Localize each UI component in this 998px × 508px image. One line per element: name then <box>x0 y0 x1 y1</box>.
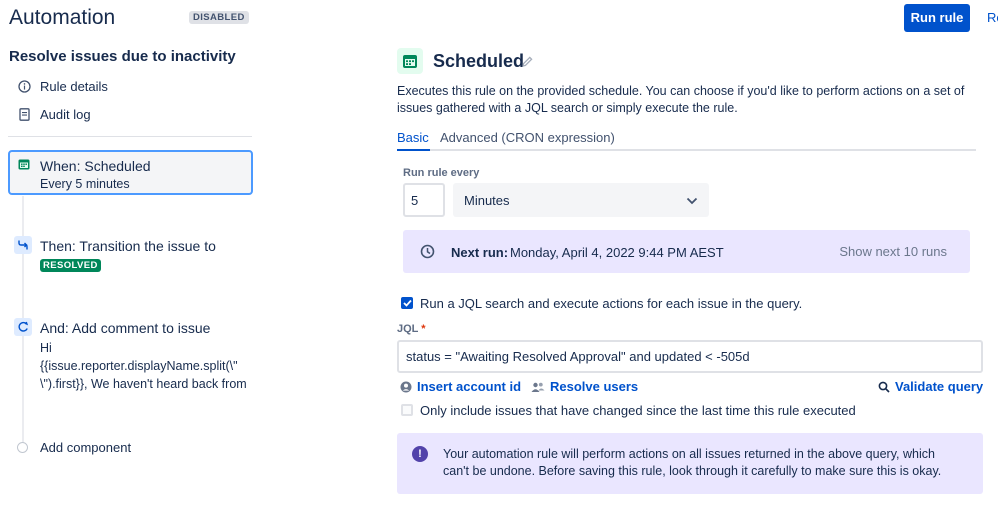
component-title: Then: Transition the issue to <box>40 238 216 254</box>
show-next-runs-button[interactable]: Show next 10 runs <box>839 244 947 259</box>
jql-input[interactable] <box>397 340 983 373</box>
add-component-dot <box>17 442 28 453</box>
rule-name: Resolve issues due to inactivity <box>9 48 236 65</box>
users-icon <box>531 381 545 393</box>
resolve-users-button[interactable]: Resolve users <box>531 379 638 394</box>
comment-preview-line: Hi <box>40 341 52 355</box>
add-component-button[interactable]: Add component <box>40 440 131 455</box>
component-transition-issue[interactable]: Then: Transition the issue to RESOLVED <box>8 234 253 276</box>
resolve-users-label: Resolve users <box>550 379 639 394</box>
component-subtitle: Every 5 minutes <box>40 177 130 191</box>
component-when-scheduled[interactable]: When: Scheduled Every 5 minutes <box>8 150 253 195</box>
info-icon <box>17 79 31 93</box>
changed-only-checkbox-label: Only include issues that have changed si… <box>420 403 856 418</box>
warning-text: Your automation rule will perform action… <box>443 447 942 478</box>
tab-basic[interactable]: Basic <box>397 130 429 145</box>
tabs-divider <box>397 149 976 151</box>
jql-checkbox[interactable] <box>401 297 413 309</box>
component-title: When: Scheduled <box>40 158 151 174</box>
clock-icon <box>420 244 435 262</box>
document-icon <box>17 107 31 121</box>
sidebar-item-label: Audit log <box>40 106 91 122</box>
jql-checkbox-label: Run a JQL search and execute actions for… <box>420 296 803 311</box>
insert-account-id-button[interactable]: Insert account id <box>400 379 521 394</box>
calendar-icon <box>397 48 423 74</box>
edit-pencil-icon[interactable] <box>521 55 534 71</box>
validate-query-button[interactable]: Validate query <box>878 379 983 394</box>
interval-unit-select[interactable]: Minutes <box>453 183 709 217</box>
next-run-label: Next run: <box>451 245 509 260</box>
active-tab-indicator <box>397 149 430 151</box>
chevron-down-icon <box>686 193 698 208</box>
run-rule-button[interactable]: Run rule <box>904 4 970 32</box>
sidebar-item-label: Rule details <box>40 78 108 94</box>
trigger-title: Scheduled <box>433 51 525 71</box>
next-run-value: Monday, April 4, 2022 9:44 PM AEST <box>510 245 724 260</box>
comment-icon <box>14 318 32 336</box>
interval-value-input[interactable] <box>403 183 445 217</box>
insert-account-id-label: Insert account id <box>417 379 522 394</box>
status-lozenge-resolved: RESOLVED <box>40 259 101 272</box>
sidebar-item-rule-details[interactable]: Rule details <box>17 76 108 96</box>
validate-query-label: Validate query <box>895 379 984 394</box>
exclamation-icon: ! <box>412 446 428 462</box>
component-add-comment[interactable]: And: Add comment to issue Hi {{issue.rep… <box>8 316 253 396</box>
interval-unit-value: Minutes <box>464 192 510 208</box>
jql-label-text: JQL <box>397 323 419 335</box>
warning-message: ! Your automation rule will perform acti… <box>397 433 983 494</box>
jql-label: JQL * <box>397 323 426 335</box>
return-link[interactable]: Re <box>987 10 998 25</box>
trigger-description: Executes this rule on the provided sched… <box>397 84 965 115</box>
page-title: Automation <box>9 6 116 29</box>
comment-preview-line: \").first}}, We haven't heard back from <box>40 377 247 391</box>
account-icon <box>400 381 412 393</box>
changed-only-checkbox[interactable] <box>401 404 413 416</box>
sidebar-item-audit-log[interactable]: Audit log <box>17 104 91 124</box>
component-title: And: Add comment to issue <box>40 320 211 336</box>
run-every-label: Run rule every <box>403 167 480 179</box>
divider <box>8 136 252 137</box>
calendar-icon <box>17 157 31 171</box>
status-badge: DISABLED <box>189 11 249 24</box>
comment-preview-line: {{issue.reporter.displayName.split(\" <box>40 359 238 373</box>
required-marker: * <box>421 323 426 335</box>
search-icon <box>878 381 890 393</box>
next-run-panel: Next run: Monday, April 4, 2022 9:44 PM … <box>403 230 970 273</box>
tab-advanced-cron[interactable]: Advanced (CRON expression) <box>440 130 615 145</box>
transition-icon <box>14 236 32 254</box>
